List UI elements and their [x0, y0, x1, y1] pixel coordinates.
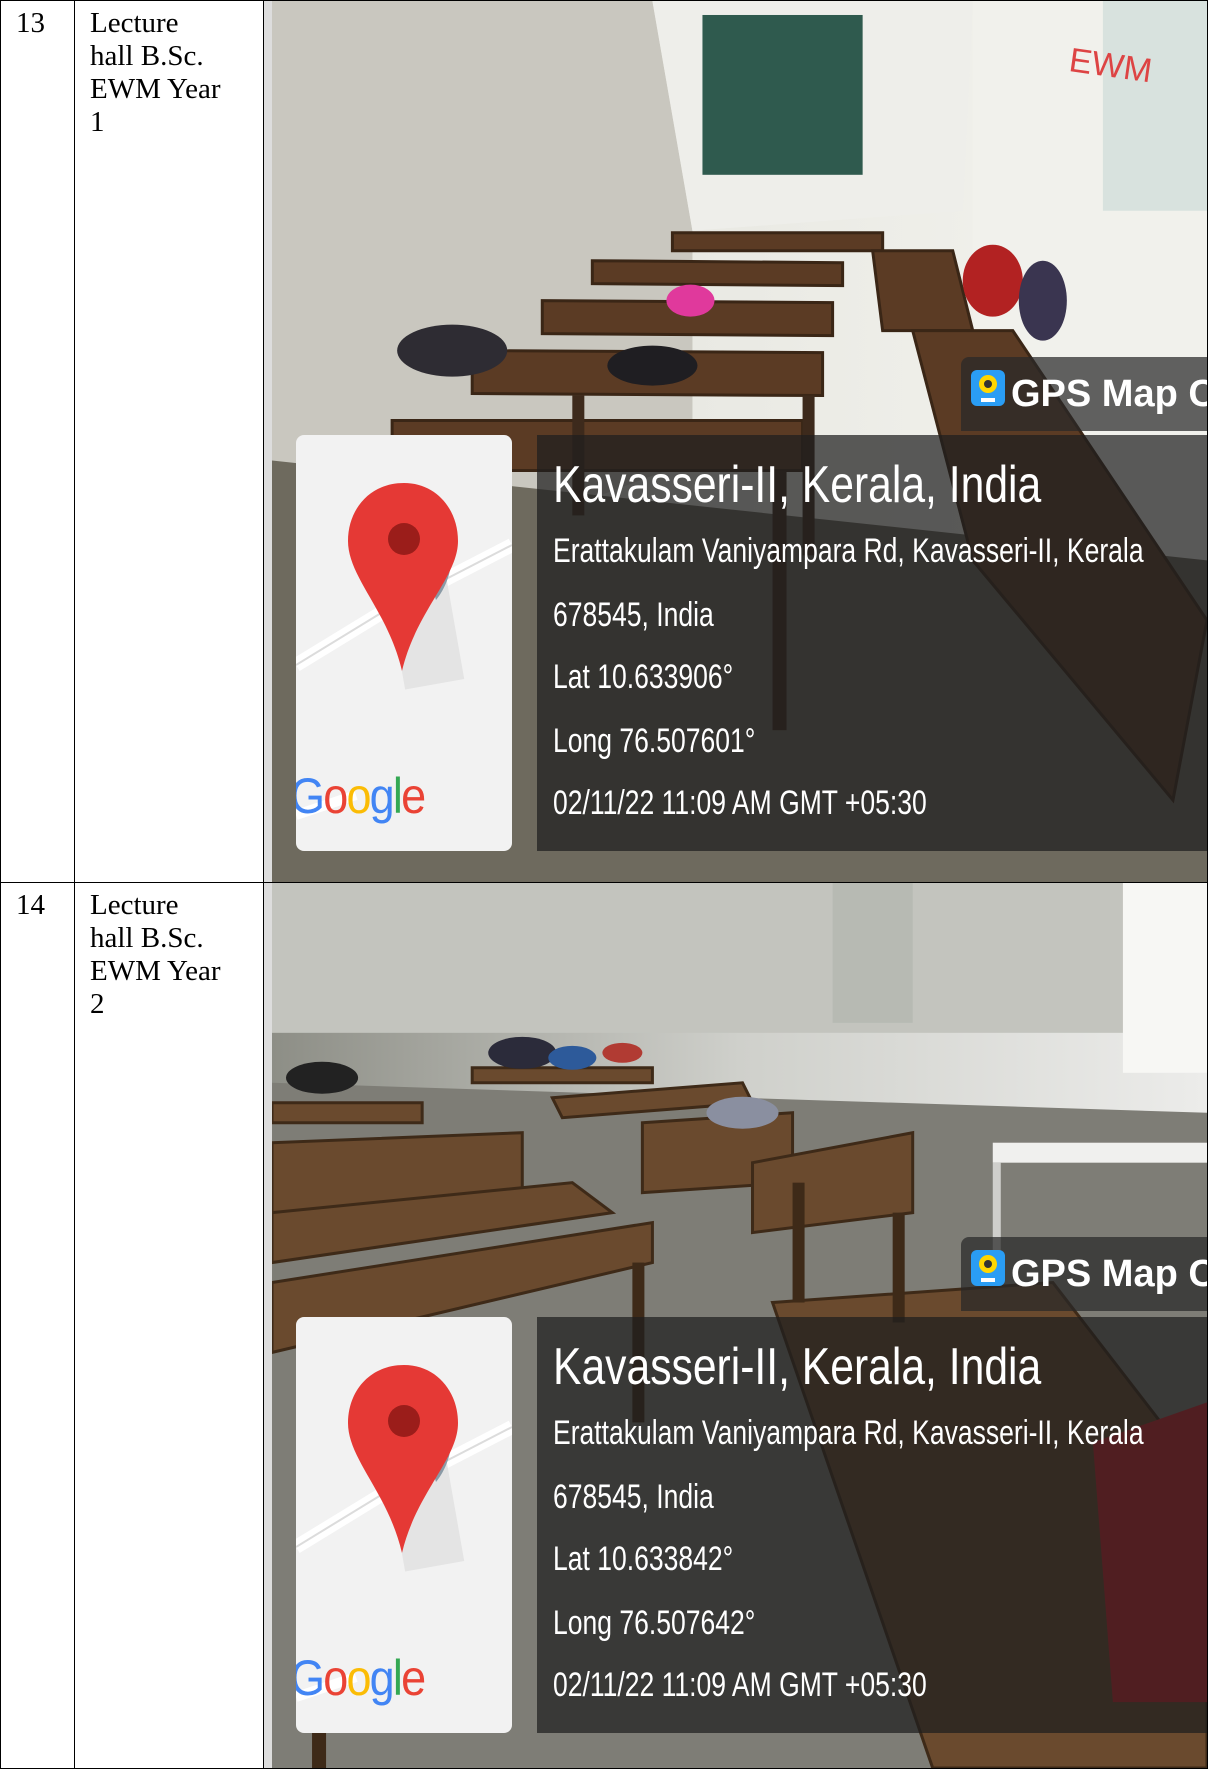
- gps-info-panel: Kavasseri-II, Kerala, India Erattakulam …: [537, 435, 1207, 851]
- description-line: EWM Year: [90, 955, 221, 987]
- gps-app-tag: GPS Map Cam: [961, 357, 1207, 431]
- gps-cam-icon: [971, 359, 1005, 433]
- google-logo: Google: [296, 767, 426, 825]
- timestamp: 02/11/22 11:09 AM GMT +05:30: [553, 1666, 927, 1704]
- row-number: 13: [0, 0, 75, 883]
- longitude: Long 76.507601°: [553, 722, 756, 760]
- row-number: 14: [0, 882, 75, 1769]
- gps-info-panel: Kavasseri-II, Kerala, India Erattakulam …: [537, 1317, 1207, 1733]
- description-line: hall B.Sc.: [90, 922, 204, 954]
- description-line: 2: [90, 988, 105, 1020]
- row-number-text: 13: [16, 7, 45, 39]
- description-line: Lecture: [90, 7, 179, 39]
- table-row: 13 Lecture hall B.Sc. EWM Year 1 EWM GPS…: [0, 0, 1208, 883]
- description-line: 1: [90, 106, 105, 138]
- gps-app-label: GPS Map Cam: [1011, 373, 1207, 415]
- row-description: Lecture hall B.Sc. EWM Year 1: [74, 0, 264, 883]
- row-number-text: 14: [16, 889, 45, 921]
- address-postal: 678545, India: [553, 596, 714, 634]
- longitude: Long 76.507642°: [553, 1604, 756, 1642]
- photo-cell: GPS Map Came Google: [263, 882, 1208, 1769]
- gps-cam-icon: [971, 1239, 1005, 1313]
- classroom-photo-table: 13 Lecture hall B.Sc. EWM Year 1 EWM GPS…: [0, 0, 1208, 1769]
- map-thumbnail: Google: [296, 435, 512, 851]
- photo-cell: EWM GPS Map oogle Kavasseri-II, Kerala, …: [263, 0, 1208, 883]
- timestamp: 02/11/22 11:09 AM GMT +05:30: [553, 784, 927, 822]
- row-description: Lecture hall B.Sc. EWM Year 2: [74, 882, 264, 1769]
- table-row: 14 Lecture hall B.Sc. EWM Year 2 GPS Map…: [0, 882, 1208, 1769]
- latitude: Lat 10.633842°: [553, 1540, 734, 1578]
- address-postal: 678545, India: [553, 1478, 714, 1516]
- google-logo-text: Google: [296, 1650, 426, 1706]
- location-title: Kavasseri-II, Kerala, India: [553, 456, 1042, 514]
- gps-app-tag: GPS Map Came: [961, 1237, 1207, 1311]
- location-title: Kavasseri-II, Kerala, India: [553, 1338, 1042, 1396]
- address-line: Erattakulam Vaniyampara Rd, Kavasseri-II…: [553, 1414, 1144, 1452]
- description-line: EWM Year: [90, 73, 221, 105]
- classroom-photo: EWM GPS Map oogle Kavasseri-II, Kerala, …: [272, 1, 1207, 882]
- classroom-photo: GPS Map Came Google: [272, 883, 1207, 1768]
- description-line: hall B.Sc.: [90, 40, 204, 72]
- google-logo-text: Google: [296, 768, 426, 824]
- latitude: Lat 10.633906°: [553, 658, 734, 696]
- description-line: Lecture: [90, 889, 179, 921]
- address-line: Erattakulam Vaniyampara Rd, Kavasseri-II…: [553, 532, 1144, 570]
- gps-app-label: GPS Map Came: [1011, 1253, 1207, 1295]
- map-thumbnail: Google: [296, 1317, 512, 1733]
- google-logo: Google: [296, 1649, 426, 1707]
